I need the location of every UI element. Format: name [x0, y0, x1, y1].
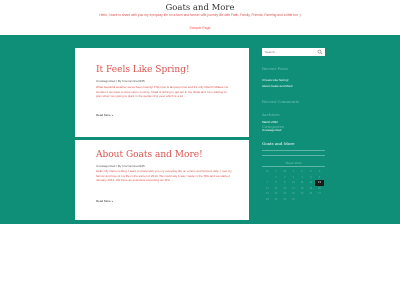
divider [262, 150, 325, 151]
site-header: Goats and More Hello, I want to share wi… [0, 0, 400, 35]
search-placeholder: Search... [265, 50, 278, 54]
main-navigation: Sample Page [0, 22, 400, 34]
calendar-week-row: 28 29 30 31 [263, 197, 324, 203]
category-link[interactable]: Uncategorized [262, 128, 281, 132]
post-card: About Goats and More! Uncategorized / By… [75, 140, 249, 220]
divider [262, 155, 325, 156]
calendar-day [298, 197, 307, 203]
nav-item-sample-page[interactable]: Sample Page [0, 26, 400, 30]
calendar-day[interactable]: 29 [272, 197, 281, 203]
recent-posts-title: Recent Posts [262, 66, 289, 71]
post-card: It Feels Like Spring! Uncategorized / By… [75, 48, 249, 137]
recent-post-link[interactable]: It Feels Like Spring! [262, 78, 289, 82]
sidebar: Search... Recent Posts It Feels Like Spr… [262, 48, 325, 224]
post-title[interactable]: It Feels Like Spring! [96, 65, 190, 75]
calendar-day[interactable]: 31 [289, 197, 298, 203]
calendar-day[interactable]: 30 [280, 197, 289, 203]
read-more-link[interactable]: Read More » [96, 199, 113, 203]
calendar-caption: March 2022 [285, 161, 302, 165]
post-meta: Uncategorized / By hmcrumrine3195 [96, 164, 145, 168]
post-excerpt: What beautiful weather we've been having… [96, 85, 229, 99]
calendar-day [315, 197, 324, 203]
divider [262, 166, 325, 167]
site-title[interactable]: Goats and More [0, 3, 400, 13]
post-excerpt: Hello, My name is Meg. I want to travel … [96, 169, 232, 183]
post-title[interactable]: About Goats and More! [96, 150, 203, 160]
calendar-day [306, 197, 315, 203]
recent-post-link[interactable]: About Goats and More! [262, 84, 293, 88]
calendar-widget-title: Goats and More [262, 141, 295, 146]
recent-comments-title: Recent Comments [262, 99, 300, 104]
search-icon[interactable] [317, 49, 323, 55]
calendar-day[interactable]: 28 [263, 197, 272, 203]
calendar-grid: M T W T F S S 1 2 3 4 5 6 7 8 9 10 11 12 13 14 15 16 17 18 19 20 21… [263, 169, 324, 202]
post-meta: Uncategorized / By hmcrumrine3195 [96, 79, 145, 83]
search-input[interactable]: Search... [262, 48, 325, 56]
site-tagline: Hello, I want to share with you my every… [99, 13, 301, 17]
archives-title: Archives [262, 112, 280, 117]
read-more-link[interactable]: Read More » [96, 113, 113, 117]
